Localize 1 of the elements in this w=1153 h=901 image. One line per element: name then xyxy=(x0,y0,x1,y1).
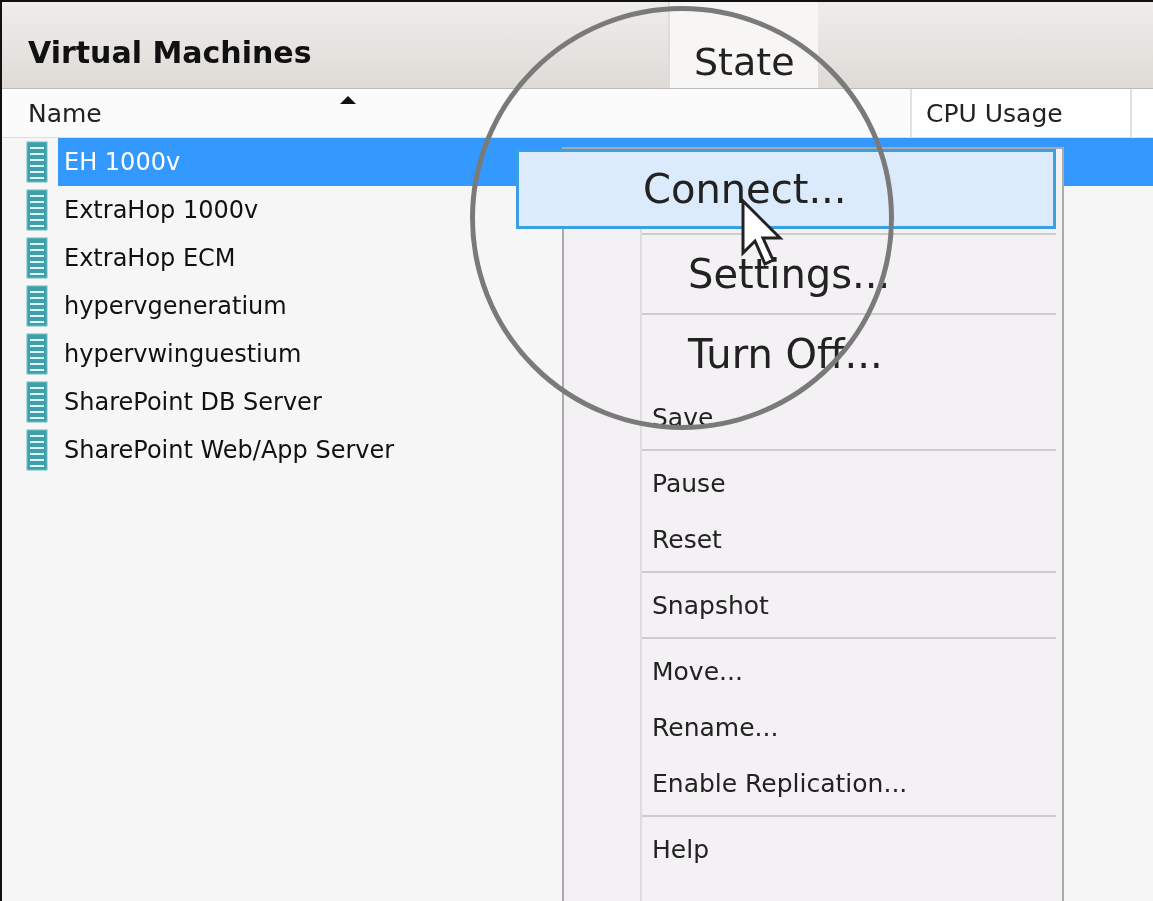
panel-title: Virtual Machines xyxy=(27,35,313,72)
